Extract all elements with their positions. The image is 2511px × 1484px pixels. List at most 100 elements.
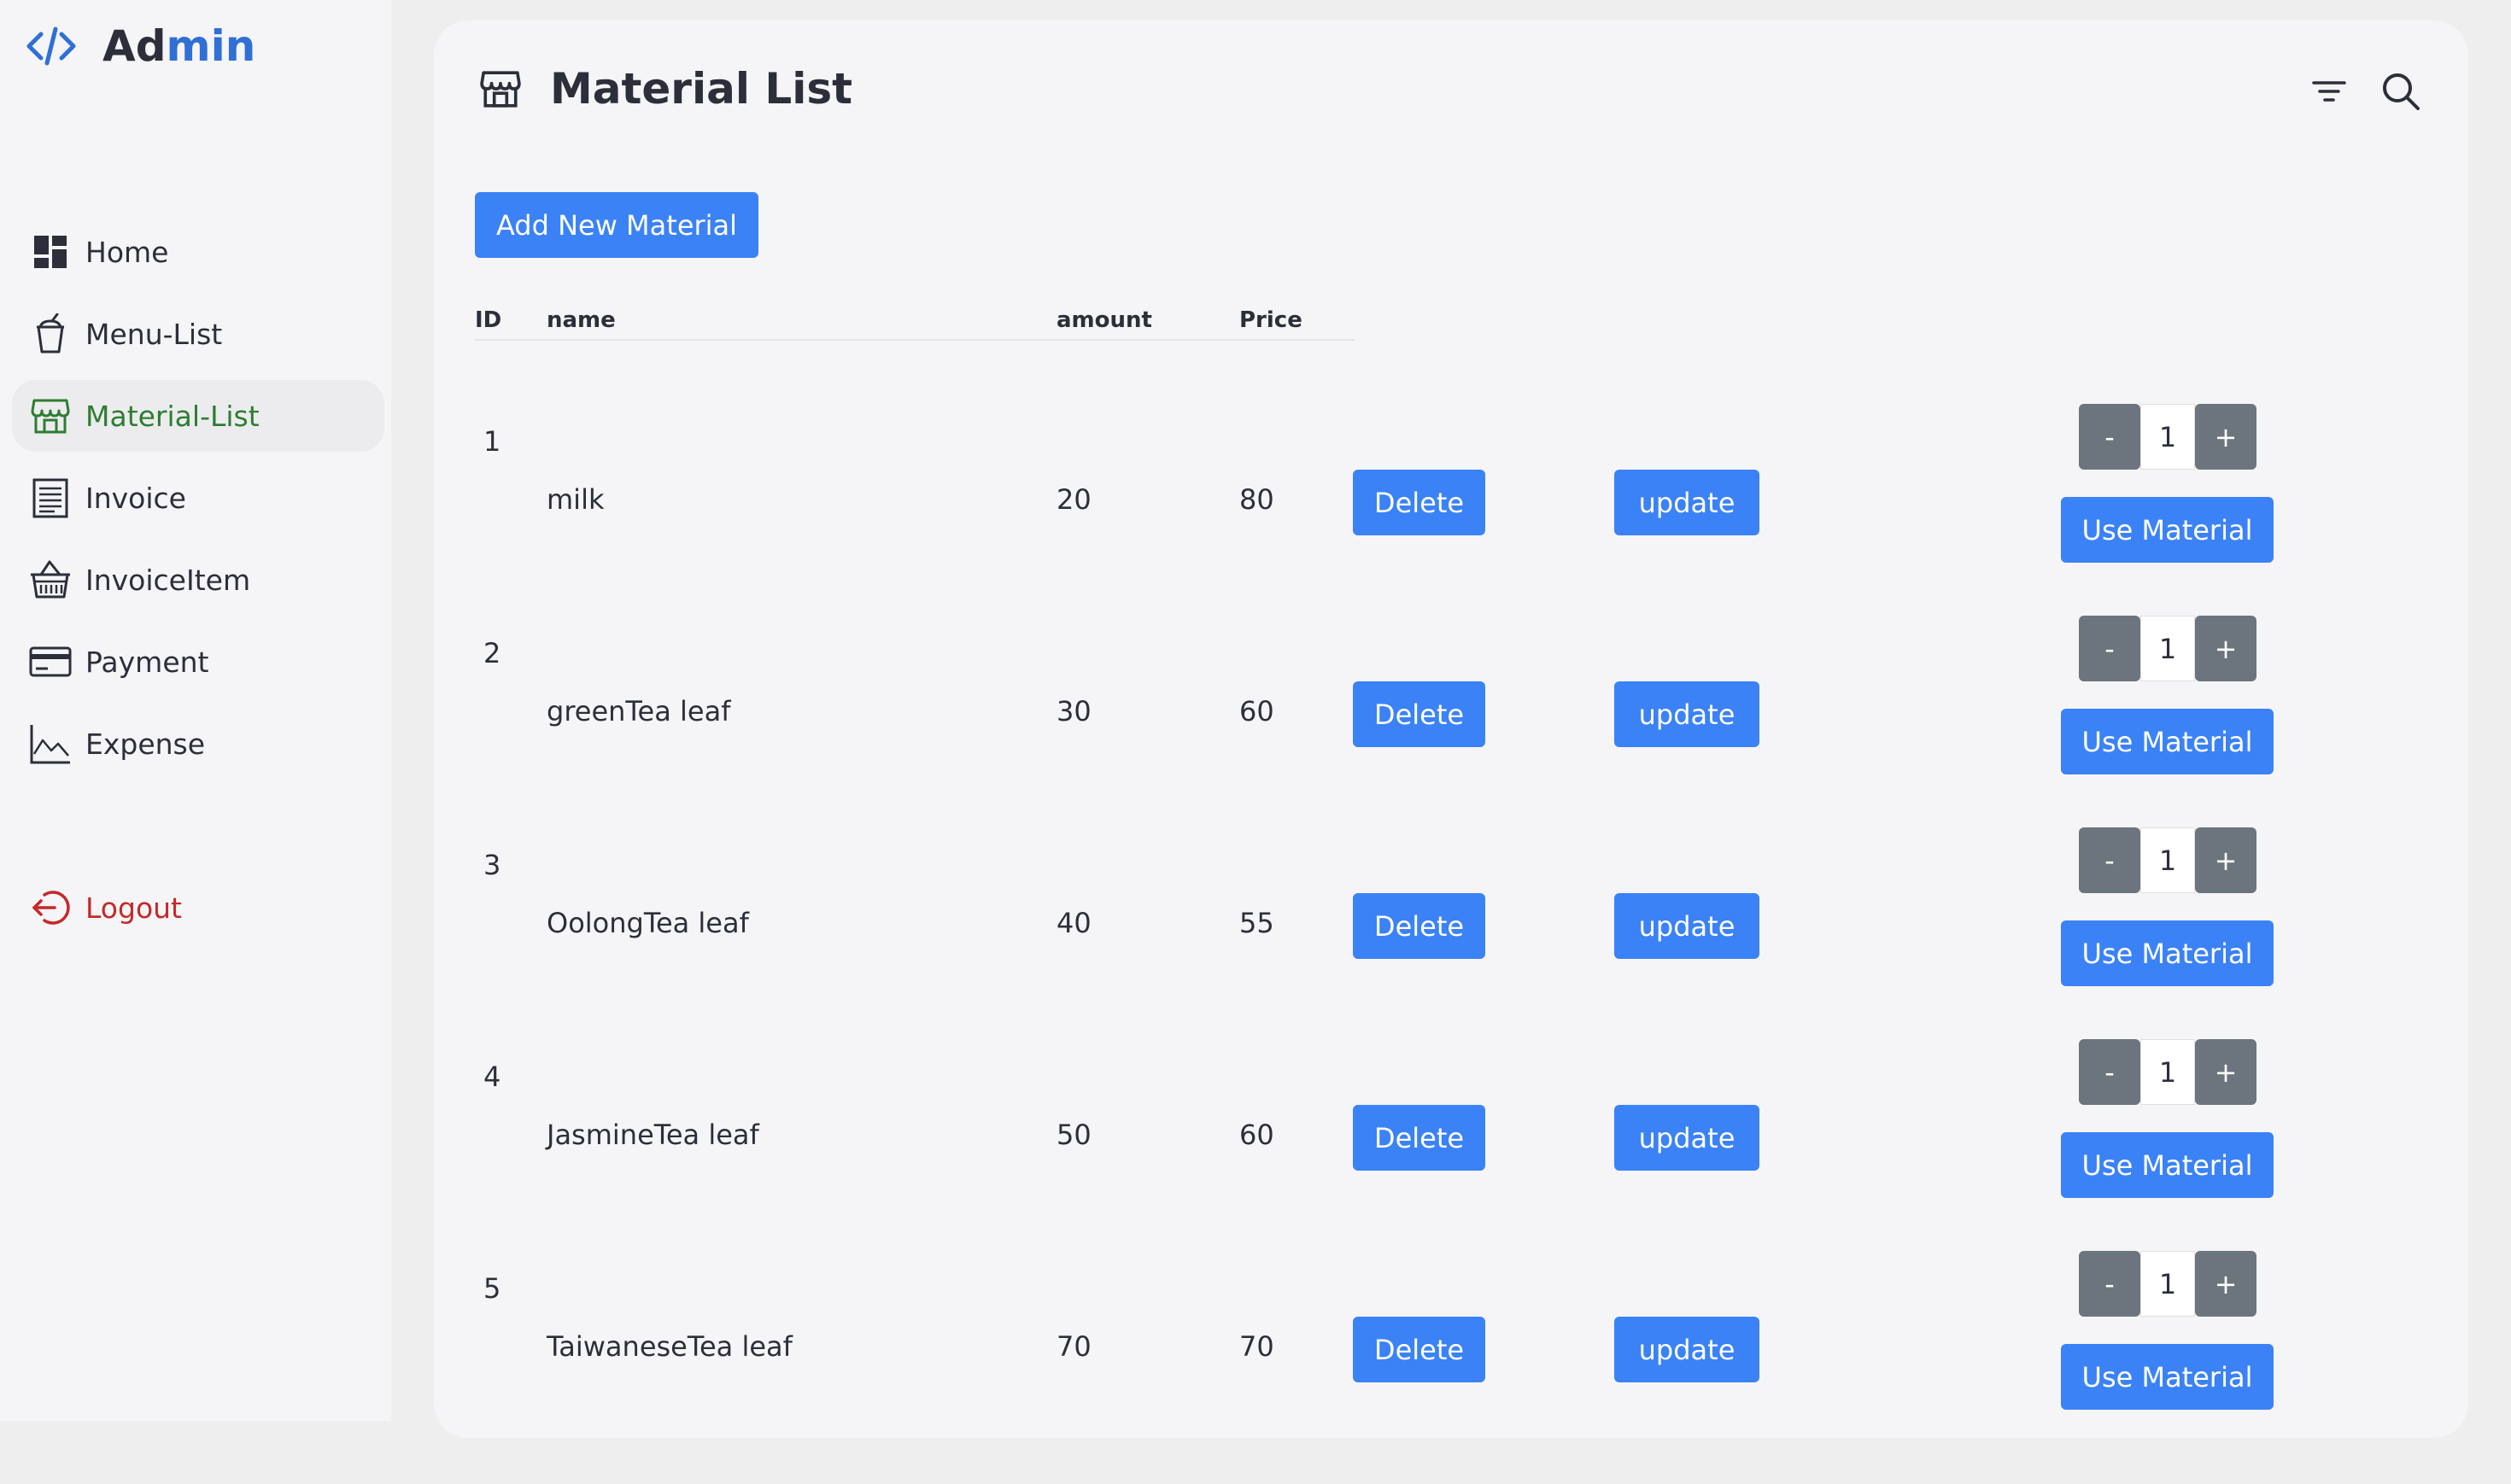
search-icon (2381, 72, 2420, 114)
logout-button[interactable]: Logout (12, 872, 384, 944)
cell-amount: 70 (1056, 1330, 1092, 1363)
sidebar-item-label: Menu-List (85, 317, 223, 351)
page-header: Material List (477, 55, 852, 123)
cell-amount: 20 (1056, 483, 1092, 516)
app-logo[interactable]: Admin (24, 19, 255, 73)
sidebar-item-invoiceitem[interactable]: InvoiceItem (12, 544, 384, 616)
increment-button[interactable]: + (2195, 827, 2256, 893)
quantity-value[interactable]: 1 (2140, 827, 2195, 893)
decrement-button[interactable]: - (2079, 827, 2140, 893)
table-row: 2 greenTea leaf 30 60 Delete update - 1 … (434, 616, 2468, 849)
sidebar-item-label: Invoice (85, 481, 186, 515)
main-panel: Material List Add New Material ID name a… (434, 20, 2468, 1438)
cell-name: OolongTea leaf (547, 907, 749, 939)
store-icon (477, 65, 524, 113)
sidebar-item-expense[interactable]: Expense (12, 708, 384, 780)
cup-icon (29, 313, 72, 355)
update-button[interactable]: update (1614, 1317, 1759, 1382)
cell-id: 1 (483, 425, 501, 458)
use-material-button[interactable]: Use Material (2061, 1132, 2274, 1198)
update-button[interactable]: update (1614, 1105, 1759, 1171)
cell-amount: 50 (1056, 1119, 1092, 1151)
column-header-price: Price (1239, 307, 1302, 333)
column-header-id: ID (475, 307, 502, 333)
update-button[interactable]: update (1614, 681, 1759, 747)
logout-icon (29, 886, 72, 929)
sidebar-item-label: Payment (85, 645, 209, 679)
decrement-button[interactable]: - (2079, 1251, 2140, 1317)
increment-button[interactable]: + (2195, 616, 2256, 681)
cell-id: 2 (483, 637, 501, 669)
table-row: 4 JasmineTea leaf 50 60 Delete update - … (434, 1039, 2468, 1272)
delete-button[interactable]: Delete (1353, 681, 1485, 747)
use-material-button[interactable]: Use Material (2061, 920, 2274, 986)
delete-button[interactable]: Delete (1353, 470, 1485, 535)
cell-id: 3 (483, 849, 501, 881)
cell-price: 55 (1239, 907, 1274, 939)
store-icon (29, 394, 72, 437)
quantity-value[interactable]: 1 (2140, 1251, 2195, 1317)
cell-name: JasmineTea leaf (547, 1119, 759, 1151)
quantity-value[interactable]: 1 (2140, 1039, 2195, 1105)
table-row: 3 OolongTea leaf 40 55 Delete update - 1… (434, 827, 2468, 1060)
quantity-value[interactable]: 1 (2140, 404, 2195, 470)
delete-button[interactable]: Delete (1353, 893, 1485, 959)
cell-name: milk (547, 483, 605, 516)
logo-text: Admin (102, 21, 256, 71)
delete-button[interactable]: Delete (1353, 1317, 1485, 1382)
use-material-button[interactable]: Use Material (2061, 497, 2274, 563)
sidebar-item-menu-list[interactable]: Menu-List (12, 298, 384, 370)
cell-price: 60 (1239, 695, 1274, 727)
table-row: 1 milk 20 80 Delete update - 1 + Use Mat… (434, 404, 2468, 637)
update-button[interactable]: update (1614, 470, 1759, 535)
cell-amount: 30 (1056, 695, 1092, 727)
use-material-button[interactable]: Use Material (2061, 709, 2274, 774)
increment-button[interactable]: + (2195, 1251, 2256, 1317)
sidebar-item-label: InvoiceItem (85, 563, 251, 597)
logout-label: Logout (85, 891, 182, 925)
decrement-button[interactable]: - (2079, 404, 2140, 470)
cell-amount: 40 (1056, 907, 1092, 939)
quantity-stepper: - 1 + (2079, 404, 2256, 470)
quantity-stepper: - 1 + (2079, 1039, 2256, 1105)
basket-icon (29, 558, 72, 601)
decrement-button[interactable]: - (2079, 1039, 2140, 1105)
credit-card-icon (29, 640, 72, 683)
cell-price: 70 (1239, 1330, 1274, 1363)
filter-icon (2312, 79, 2346, 108)
sidebar-item-payment[interactable]: Payment (12, 626, 384, 698)
sidebar-item-label: Home (85, 235, 169, 269)
sidebar-item-home[interactable]: Home (12, 216, 384, 288)
header-tools (2282, 68, 2426, 118)
cell-price: 80 (1239, 483, 1274, 516)
sidebar: Admin Home Menu-List Material-List Invoi… (0, 0, 391, 1421)
use-material-button[interactable]: Use Material (2061, 1344, 2274, 1410)
quantity-stepper: - 1 + (2079, 1251, 2256, 1317)
update-button[interactable]: update (1614, 893, 1759, 959)
sidebar-item-label: Expense (85, 727, 206, 761)
increment-button[interactable]: + (2195, 404, 2256, 470)
add-new-material-button[interactable]: Add New Material (475, 192, 758, 258)
code-icon (24, 19, 79, 73)
search-button[interactable] (2376, 68, 2426, 118)
delete-button[interactable]: Delete (1353, 1105, 1485, 1171)
increment-button[interactable]: + (2195, 1039, 2256, 1105)
cell-name: TaiwaneseTea leaf (547, 1330, 793, 1363)
sidebar-item-invoice[interactable]: Invoice (12, 462, 384, 534)
column-header-name: name (547, 307, 616, 333)
decrement-button[interactable]: - (2079, 616, 2140, 681)
table-row: 5 TaiwaneseTea leaf 70 70 Delete update … (434, 1251, 2468, 1484)
quantity-stepper: - 1 + (2079, 616, 2256, 681)
cell-price: 60 (1239, 1119, 1274, 1151)
sidebar-item-label: Material-List (85, 399, 260, 433)
cell-name: greenTea leaf (547, 695, 731, 727)
quantity-value[interactable]: 1 (2140, 616, 2195, 681)
dashboard-icon (29, 231, 72, 273)
table-header-divider (475, 339, 1355, 341)
receipt-icon (29, 476, 72, 519)
sidebar-item-material-list[interactable]: Material-List (12, 380, 384, 452)
quantity-stepper: - 1 + (2079, 827, 2256, 893)
page-title: Material List (550, 64, 853, 114)
filter-button[interactable] (2304, 68, 2354, 118)
line-chart-icon (29, 722, 72, 765)
